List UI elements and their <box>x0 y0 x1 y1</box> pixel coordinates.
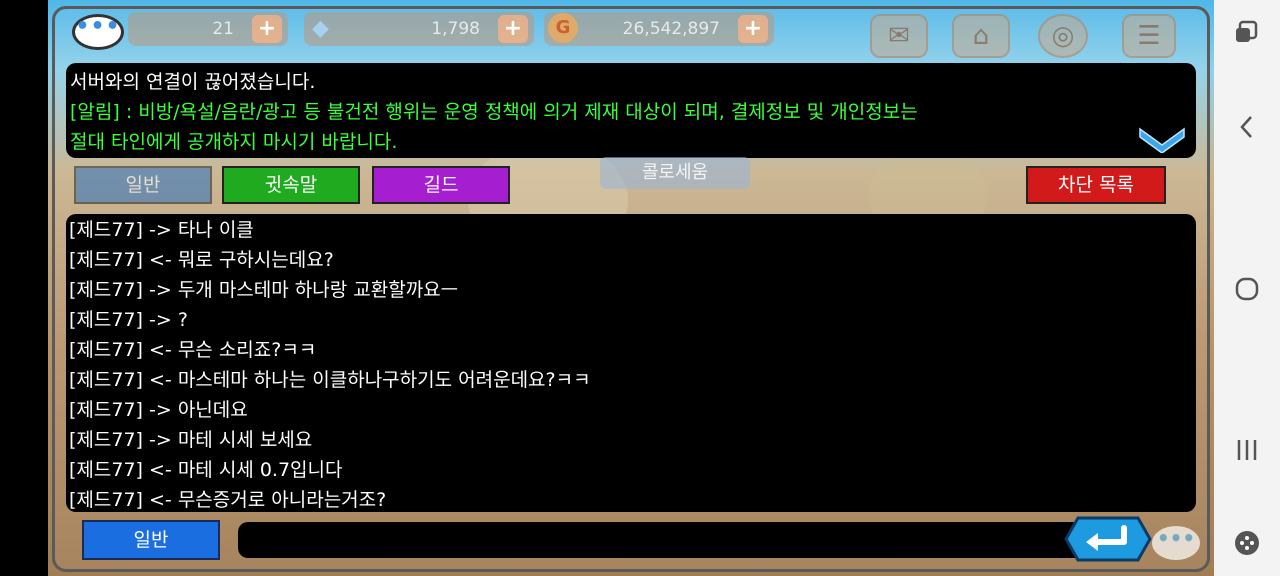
notice-panel: 서버와의 연결이 끊어졌습니다. [알림] : 비방/욕설/음란/광고 등 불건… <box>66 63 1196 158</box>
gamepad-icon[interactable] <box>1234 530 1260 556</box>
chat-message: [제드77] -> 마테 시세 보세요 <box>69 429 313 451</box>
gold-counter: G 26,542,897 + <box>544 12 774 46</box>
chat-message: [제드77] <- 뭐로 구하시는데요? <box>69 249 334 271</box>
chat-message: [제드77] -> 아닌데요 <box>69 399 248 421</box>
chat-bubble-icon[interactable]: ••• <box>72 14 124 50</box>
stamina-counter: 21 + <box>128 12 288 46</box>
chat-bubble-icon[interactable]: ••• <box>1152 526 1200 560</box>
recent-lines-icon[interactable] <box>1234 437 1260 463</box>
game-screen: ••• 21 + ◆ 1,798 + G 26,542,897 + ✉ ⌂ ◎ … <box>48 0 1214 576</box>
notice-line-1: 서버와의 연결이 끊어졌습니다. <box>70 71 316 93</box>
back-icon[interactable] <box>1234 114 1260 140</box>
location-icon[interactable]: ◎ <box>1038 14 1088 58</box>
recent-apps-icon[interactable] <box>1234 20 1260 46</box>
chevron-down-icon[interactable] <box>1138 123 1186 153</box>
gold-value: 26,542,897 <box>622 19 720 39</box>
chat-message: [제드77] -> 두개 마스테마 하나랑 교환할까요ㅡ <box>69 279 459 301</box>
menu-icon[interactable]: ☰ <box>1122 14 1176 58</box>
stamina-value: 21 <box>212 19 234 39</box>
notice-line-3: 절대 타인에게 공개하지 마시기 바랍니다. <box>70 131 398 153</box>
enter-icon[interactable] <box>1064 516 1152 562</box>
home-icon[interactable]: ⌂ <box>952 14 1010 58</box>
blocklist-button[interactable]: 차단 목록 <box>1026 166 1166 204</box>
add-diamond-button[interactable]: + <box>498 15 528 43</box>
home-circle-icon[interactable] <box>1234 276 1260 302</box>
diamond-value: 1,798 <box>431 19 480 39</box>
add-stamina-button[interactable]: + <box>252 15 282 43</box>
tab-guild[interactable]: 길드 <box>372 166 510 204</box>
tab-general[interactable]: 일반 <box>74 166 212 204</box>
android-nav-bar <box>1214 0 1280 576</box>
mail-icon[interactable]: ✉ <box>870 14 928 58</box>
chat-input[interactable] <box>238 522 1088 558</box>
diamond-icon: ◆ <box>312 16 329 41</box>
chat-mode-button[interactable]: 일반 <box>82 520 220 560</box>
notice-line-2: [알림] : 비방/욕설/음란/광고 등 불건전 행위는 운영 정책에 의거 제… <box>70 101 918 123</box>
gold-coin-icon: G <box>548 13 578 43</box>
chat-message: [제드77] <- 마테 시세 0.7입니다 <box>69 459 343 481</box>
chat-message: [제드77] <- 무슨 소리죠?ㅋㅋ <box>69 339 317 361</box>
coliseum-label: 콜로세움 <box>600 157 750 189</box>
add-gold-button[interactable]: + <box>738 15 768 43</box>
chat-message: [제드77] -> 타나 이클 <box>69 219 254 241</box>
tab-whisper[interactable]: 귓속말 <box>222 166 360 204</box>
chat-log[interactable]: [제드77] -> 타나 이클 [제드77] <- 뭐로 구하시는데요? [제드… <box>66 214 1196 512</box>
diamond-counter: ◆ 1,798 + <box>304 12 534 46</box>
chat-message: [제드77] <- 마스테마 하나는 이클하나구하기도 어려운데요?ㅋㅋ <box>69 369 591 391</box>
chat-message: [제드77] <- 무슨증거로 아니라는거조? <box>69 489 387 511</box>
chat-message: [제드77] -> ? <box>69 309 188 331</box>
